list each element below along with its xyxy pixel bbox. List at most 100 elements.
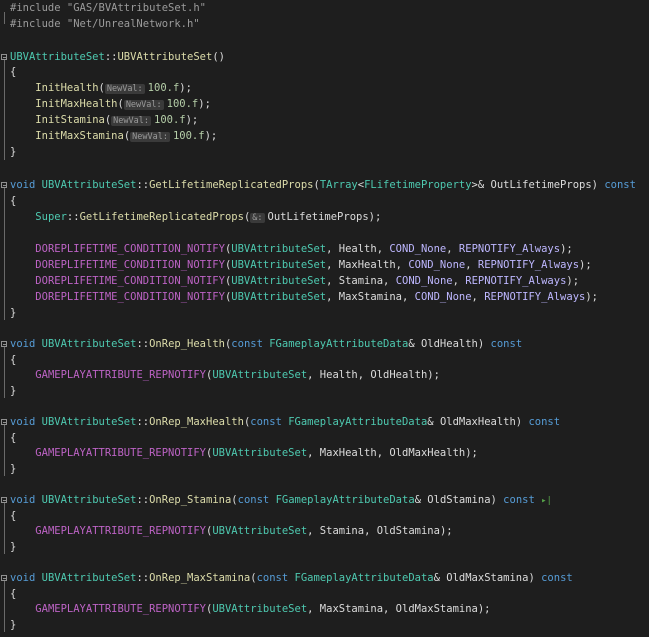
macro-name: GAMEPLAYATTRIBUTE_REPNOTIFY <box>35 369 206 381</box>
code-line[interactable]: { <box>0 587 649 603</box>
enum-value: COND_None <box>414 291 472 303</box>
code-line[interactable]: void UBVAttributeSet::OnRep_MaxHealth(co… <box>0 415 649 431</box>
code-line[interactable]: #include "GAS/BVAttributeSet.h" <box>0 1 649 17</box>
code-line[interactable]: { <box>0 194 649 210</box>
code-line[interactable]: InitMaxHealth(NewVal: 100.f); <box>0 97 649 113</box>
macro-name: DOREPLIFETIME_CONDITION_NOTIFY <box>35 291 225 303</box>
super-keyword: Super <box>35 211 67 223</box>
code-line[interactable]: #include "Net/UnrealNetwork.h" <box>0 17 649 33</box>
code-text: DOREPLIFETIME_CONDITION_NOTIFY(UBVAttrib… <box>35 243 573 255</box>
macro-name: GAMEPLAYATTRIBUTE_REPNOTIFY <box>35 603 206 615</box>
code-text: InitHealth(NewVal: 100.f); <box>35 82 192 94</box>
code-text: DOREPLIFETIME_CONDITION_NOTIFY(UBVAttrib… <box>35 259 592 271</box>
function-name: OnRep_Stamina <box>149 494 232 506</box>
code-line[interactable]: void UBVAttributeSet::OnRep_Stamina(cons… <box>0 493 649 509</box>
param-hint: NewVal: <box>111 116 151 126</box>
function-name: UBVAttributeSet <box>117 51 213 63</box>
outline-guide <box>4 425 5 476</box>
keyword: const <box>231 338 263 350</box>
code-text: } <box>10 462 16 478</box>
keyword: void <box>10 494 36 506</box>
code-line[interactable]: UBVAttributeSet::UBVAttributeSet() <box>0 50 649 66</box>
code-text: } <box>10 306 16 322</box>
function-name: OnRep_MaxStamina <box>149 572 251 584</box>
enum-value: REPNOTIFY_Always <box>477 259 580 271</box>
function-name: GetLifetimeReplicatedProps <box>79 211 244 223</box>
type-name: FGameplayAttributeData <box>275 494 415 506</box>
step-arrow-icon: ▸| <box>541 496 552 506</box>
code-text: } <box>10 618 16 634</box>
class-name: UBVAttributeSet <box>231 259 327 271</box>
code-text: UBVAttributeSet::UBVAttributeSet() <box>10 50 225 66</box>
function-name: InitHealth <box>35 82 99 94</box>
code-line[interactable]: { <box>0 65 649 81</box>
attribute-name: MaxStamina <box>319 603 384 615</box>
attribute-name: Stamina <box>338 275 384 287</box>
code-line[interactable]: Super::GetLifetimeReplicatedProps(&: OutL… <box>0 210 649 226</box>
code-line[interactable]: { <box>0 509 649 525</box>
code-line[interactable]: GAMEPLAYATTRIBUTE_REPNOTIFY(UBVAttribute… <box>0 446 649 462</box>
brace-open: { <box>10 66 17 78</box>
type-name: FGameplayAttributeData <box>269 338 409 350</box>
code-line[interactable]: } <box>0 384 649 400</box>
type-name: FGameplayAttributeData <box>294 572 434 584</box>
enum-value: COND_None <box>395 275 453 287</box>
brace-close: } <box>10 385 17 397</box>
code-line[interactable]: } <box>0 540 649 556</box>
code-text: void UBVAttributeSet::OnRep_MaxHealth(co… <box>10 416 561 428</box>
keyword: const <box>528 416 561 428</box>
code-text: GAMEPLAYATTRIBUTE_REPNOTIFY(UBVAttribute… <box>35 525 453 537</box>
brace-open: { <box>10 510 17 522</box>
param-rest: & OutLifetimeProps) <box>477 179 598 191</box>
code-line[interactable]: { <box>0 431 649 447</box>
class-name: UBVAttributeSet <box>231 243 327 255</box>
attribute-name: MaxHealth <box>319 447 377 459</box>
param-hint: NewVal: <box>123 100 164 110</box>
param-hint: NewVal: <box>104 84 145 94</box>
class-name: UBVAttributeSet <box>212 447 308 459</box>
code-text: InitStamina(NewVal: 100.f); <box>35 114 199 126</box>
code-line[interactable]: void UBVAttributeSet::OnRep_MaxStamina(c… <box>0 571 649 587</box>
keyword: void <box>10 572 36 584</box>
code-line[interactable]: void UBVAttributeSet::GetLifetimeReplica… <box>0 178 649 194</box>
code-line[interactable]: DOREPLIFETIME_CONDITION_NOTIFY(UBVAttrib… <box>0 290 649 306</box>
keyword: const <box>237 494 270 506</box>
parens: () <box>212 51 225 63</box>
code-text: { <box>10 431 16 447</box>
attribute-name: Health <box>319 369 358 381</box>
code-line[interactable]: GAMEPLAYATTRIBUTE_REPNOTIFY(UBVAttribute… <box>0 602 649 618</box>
code-line[interactable]: InitHealth(NewVal: 100.f); <box>0 81 649 97</box>
code-editor[interactable]: #include "GAS/BVAttributeSet.h" #include … <box>0 0 649 637</box>
enum-value: REPNOTIFY_Always <box>465 275 567 287</box>
code-text: { <box>10 65 16 81</box>
class-name: UBVAttributeSet <box>231 291 327 303</box>
function-name: InitMaxHealth <box>35 98 118 110</box>
class-name: UBVAttributeSet <box>41 572 137 584</box>
code-line[interactable]: } <box>0 145 649 161</box>
keyword: const <box>503 494 535 506</box>
code-line[interactable]: InitMaxStamina(NewVal: 100.f); <box>0 129 649 145</box>
param-name: OldStamina <box>376 525 440 537</box>
brace-open: { <box>10 354 17 366</box>
code-line[interactable]: { <box>0 353 649 369</box>
argument: OutLifetimeProps <box>267 211 369 223</box>
code-line[interactable]: DOREPLIFETIME_CONDITION_NOTIFY(UBVAttrib… <box>0 274 649 290</box>
keyword: const <box>490 338 523 350</box>
code-line[interactable]: GAMEPLAYATTRIBUTE_REPNOTIFY(UBVAttribute… <box>0 524 649 540</box>
code-line[interactable]: void UBVAttributeSet::OnRep_Health(const… <box>0 337 649 353</box>
code-line[interactable]: DOREPLIFETIME_CONDITION_NOTIFY(UBVAttrib… <box>0 258 649 274</box>
keyword: const <box>256 572 289 584</box>
macro-name: GAMEPLAYATTRIBUTE_REPNOTIFY <box>35 525 206 537</box>
code-line[interactable]: DOREPLIFETIME_CONDITION_NOTIFY(UBVAttrib… <box>0 242 649 258</box>
code-line[interactable] <box>0 226 649 242</box>
keyword: const <box>541 572 573 584</box>
code-text: Super::GetLifetimeReplicatedProps(&: OutL… <box>35 211 382 223</box>
code-line[interactable]: } <box>0 462 649 478</box>
code-line[interactable]: GAMEPLAYATTRIBUTE_REPNOTIFY(UBVAttribute… <box>0 368 649 384</box>
attribute-name: Health <box>338 243 377 255</box>
code-line[interactable]: } <box>0 618 649 634</box>
code-text: { <box>10 353 16 369</box>
code-line[interactable]: } <box>0 306 649 322</box>
code-line[interactable]: InitStamina(NewVal: 100.f); <box>0 113 649 129</box>
